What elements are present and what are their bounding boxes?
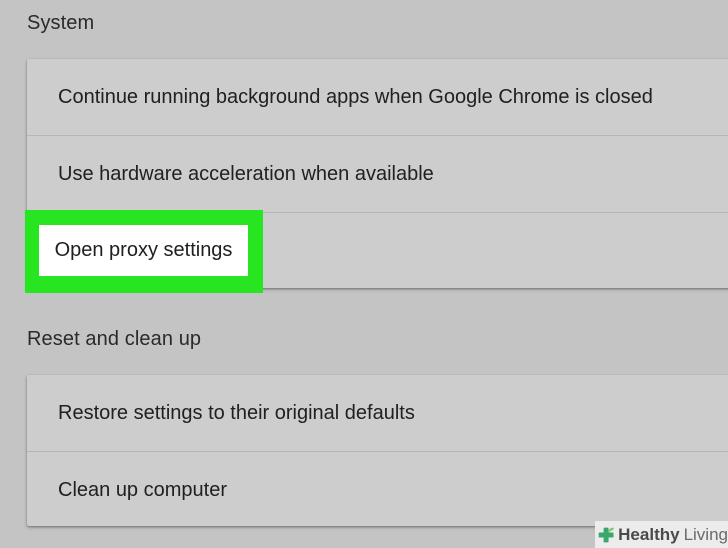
system-settings-card: Continue running background apps when Go… xyxy=(25,59,728,293)
hardware-acceleration-label: Use hardware acceleration when available xyxy=(58,162,434,185)
clean-up-computer-row[interactable]: Clean up computer xyxy=(27,451,728,528)
restore-defaults-row[interactable]: Restore settings to their original defau… xyxy=(27,375,728,451)
plus-leaf-icon xyxy=(598,527,614,542)
clean-up-computer-label: Clean up computer xyxy=(58,478,227,501)
watermark-brand-bold: Healthy xyxy=(618,524,680,544)
open-proxy-settings-row[interactable]: Open proxy settings xyxy=(25,210,728,293)
open-proxy-settings-link[interactable]: Open proxy settings xyxy=(39,225,248,276)
reset-section-title: Reset and clean up xyxy=(27,328,202,350)
settings-page: System Continue running background apps … xyxy=(0,0,728,548)
background-apps-label: Continue running background apps when Go… xyxy=(58,85,653,108)
watermark-brand-light: Living xyxy=(683,524,728,544)
background-apps-toggle-row[interactable]: Continue running background apps when Go… xyxy=(27,59,728,135)
reset-settings-card: Restore settings to their original defau… xyxy=(27,375,728,526)
healthy-living-watermark: Healthy Living xyxy=(595,521,728,548)
system-section-title: System xyxy=(27,12,95,34)
open-proxy-settings-label: Open proxy settings xyxy=(54,239,233,261)
hardware-acceleration-toggle-row[interactable]: Use hardware acceleration when available xyxy=(27,135,728,212)
restore-defaults-label: Restore settings to their original defau… xyxy=(58,401,415,424)
proxy-highlight-box: Open proxy settings xyxy=(25,210,263,293)
